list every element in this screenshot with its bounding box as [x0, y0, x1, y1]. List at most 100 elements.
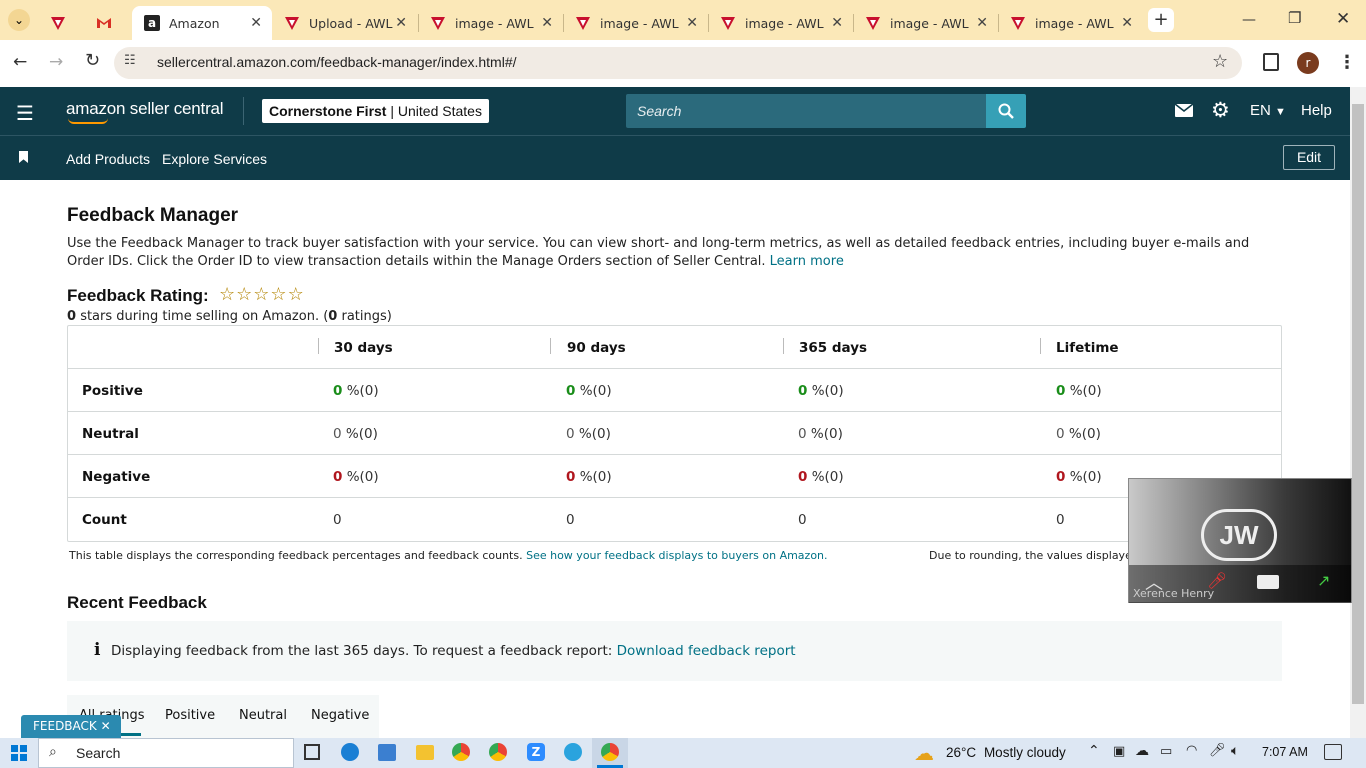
close-icon[interactable]: ✕: [250, 15, 262, 31]
feedback-label: FEEDBACK: [33, 719, 97, 733]
table-footnote: This table displays the corresponding fe…: [69, 549, 828, 562]
tab-title: image - AWL: [1035, 15, 1114, 31]
nav-explore-services[interactable]: Explore Services: [162, 151, 267, 167]
tab-positive[interactable]: Positive: [165, 708, 215, 723]
store-icon[interactable]: [378, 744, 396, 761]
chrome-icon[interactable]: [601, 743, 619, 761]
edge-icon[interactable]: [341, 743, 359, 761]
row-label: Positive: [82, 383, 143, 399]
tab-1[interactable]: [38, 6, 88, 40]
weather-cloud-icon[interactable]: ☁: [914, 741, 934, 765]
wifi-icon[interactable]: ◠: [1186, 743, 1197, 758]
tab-neutral[interactable]: Neutral: [239, 708, 287, 723]
restore-button[interactable]: ❐: [1288, 9, 1306, 27]
file-explorer-icon[interactable]: [416, 745, 434, 760]
vendor-icon: [285, 17, 299, 30]
notifications-icon[interactable]: [1324, 744, 1342, 760]
task-view-icon[interactable]: [304, 744, 320, 760]
close-icon[interactable]: ✕: [1121, 15, 1133, 31]
site-settings-icon[interactable]: ☷: [124, 53, 136, 68]
info-icon: i: [94, 640, 101, 660]
search-input[interactable]: Search: [626, 94, 986, 128]
tab-title: image - AWL: [600, 15, 679, 31]
meet-now-icon[interactable]: ▣: [1113, 744, 1125, 759]
back-arrow-icon[interactable]: ←: [13, 52, 27, 72]
taskbar-search[interactable]: ⌕ Search: [38, 738, 294, 768]
rating-stars: ☆☆☆☆☆: [219, 284, 305, 305]
table-cell: 0 %(0): [1056, 383, 1102, 399]
scrollbar-thumb[interactable]: [1352, 104, 1364, 704]
side-panel-icon[interactable]: [1263, 53, 1279, 71]
browser-menu-icon[interactable]: ⋮: [1338, 52, 1356, 73]
telegram-icon[interactable]: [564, 743, 582, 761]
windows-start-icon[interactable]: [11, 745, 27, 761]
battery-icon[interactable]: ▭: [1160, 744, 1172, 759]
microphone-icon[interactable]: 🎤︎: [1209, 743, 1226, 758]
tab-amazon[interactable]: a Amazon ✕: [132, 6, 272, 40]
search-button[interactable]: [986, 94, 1026, 128]
chevron-up-icon[interactable]: ⌃: [1088, 743, 1100, 759]
tab-image-2[interactable]: image - AWL ✕: [563, 6, 708, 40]
video-call-overlay[interactable]: JW ︿ 🎤︎ ↗ Xerence Henry: [1128, 478, 1352, 603]
close-icon[interactable]: ✕: [686, 15, 698, 31]
minimize-button[interactable]: —: [1242, 12, 1258, 28]
help-link[interactable]: Help: [1301, 102, 1332, 119]
star-icon: ☆: [287, 284, 305, 305]
bookmark-star-icon[interactable]: ☆: [1212, 51, 1228, 72]
feedback-button[interactable]: FEEDBACK ✕: [21, 715, 121, 738]
language-label: EN: [1250, 102, 1271, 119]
seller-central-logo[interactable]: amazon seller central: [66, 99, 224, 119]
close-icon[interactable]: ✕: [831, 15, 843, 31]
tab-upload[interactable]: Upload - AWL ✕: [272, 6, 417, 40]
learn-more-link[interactable]: Learn more: [770, 254, 844, 269]
onedrive-cloud-icon[interactable]: ☁: [1135, 743, 1149, 759]
chrome-icon[interactable]: [452, 743, 470, 761]
edit-button[interactable]: Edit: [1283, 145, 1335, 170]
tab-image-5[interactable]: image - AWL ✕: [998, 6, 1143, 40]
bookmark-icon[interactable]: [19, 151, 28, 163]
seller-central-header: ☰ amazon seller central Cornerstone Firs…: [0, 87, 1350, 135]
column-header: 90 days: [567, 340, 626, 356]
close-window-button[interactable]: ✕: [1336, 9, 1352, 29]
zoom-icon[interactable]: Z: [527, 743, 545, 761]
tab-search-button[interactable]: ⌄: [8, 9, 30, 31]
clock[interactable]: 7:07 AM: [1262, 745, 1308, 759]
tab-image-4[interactable]: image - AWL ✕: [853, 6, 998, 40]
gear-icon[interactable]: ⚙: [1211, 98, 1230, 122]
download-report-link[interactable]: Download feedback report: [617, 643, 796, 659]
url-text[interactable]: sellercentral.amazon.com/feedback-manage…: [157, 54, 517, 70]
gmail-icon: [97, 18, 111, 28]
hamburger-menu-icon[interactable]: ☰: [16, 101, 34, 125]
reload-icon[interactable]: ↻: [85, 50, 100, 71]
address-bar[interactable]: ☷ sellercentral.amazon.com/feedback-mana…: [114, 47, 1242, 79]
buyer-display-link[interactable]: See how your feedback displays to buyers…: [526, 549, 827, 562]
column-header: 30 days: [334, 340, 393, 356]
close-icon[interactable]: ✕: [541, 15, 553, 31]
tab-negative[interactable]: Negative: [311, 708, 369, 723]
table-cell: 0: [798, 512, 807, 528]
table-cell: 0 %(0): [566, 383, 612, 399]
row-label: Negative: [82, 469, 151, 485]
rounding-note: Due to rounding, the values displaye: [929, 549, 1132, 562]
language-selector[interactable]: EN ▼: [1250, 102, 1286, 119]
nav-add-products[interactable]: Add Products: [66, 151, 150, 167]
tab-image-3[interactable]: image - AWL ✕: [708, 6, 853, 40]
camera-icon[interactable]: [1257, 575, 1279, 589]
tab-image-1[interactable]: image - AWL ✕: [418, 6, 563, 40]
profile-avatar[interactable]: r: [1297, 52, 1319, 74]
tab-2[interactable]: [84, 6, 134, 40]
speaker-icon[interactable]: 🔈︎: [1231, 743, 1239, 759]
info-banner: i Displaying feedback from the last 365 …: [67, 621, 1282, 681]
chrome-icon[interactable]: [489, 743, 507, 761]
popout-icon[interactable]: ↗: [1317, 571, 1330, 590]
weather-widget[interactable]: 26°C Mostly cloudy: [946, 745, 1066, 760]
mail-icon[interactable]: [1175, 104, 1193, 117]
account-switcher[interactable]: Cornerstone First | United States: [262, 99, 489, 123]
tab-title: Upload - AWL: [309, 15, 393, 31]
feedback-rating-table: 30 days 90 days 365 days Lifetime Positi…: [67, 325, 1282, 542]
close-icon[interactable]: ✕: [976, 15, 988, 31]
close-icon[interactable]: ✕: [101, 719, 111, 733]
close-icon[interactable]: ✕: [395, 15, 407, 31]
forward-arrow-icon[interactable]: →: [49, 52, 63, 72]
new-tab-button[interactable]: +: [1148, 8, 1174, 32]
